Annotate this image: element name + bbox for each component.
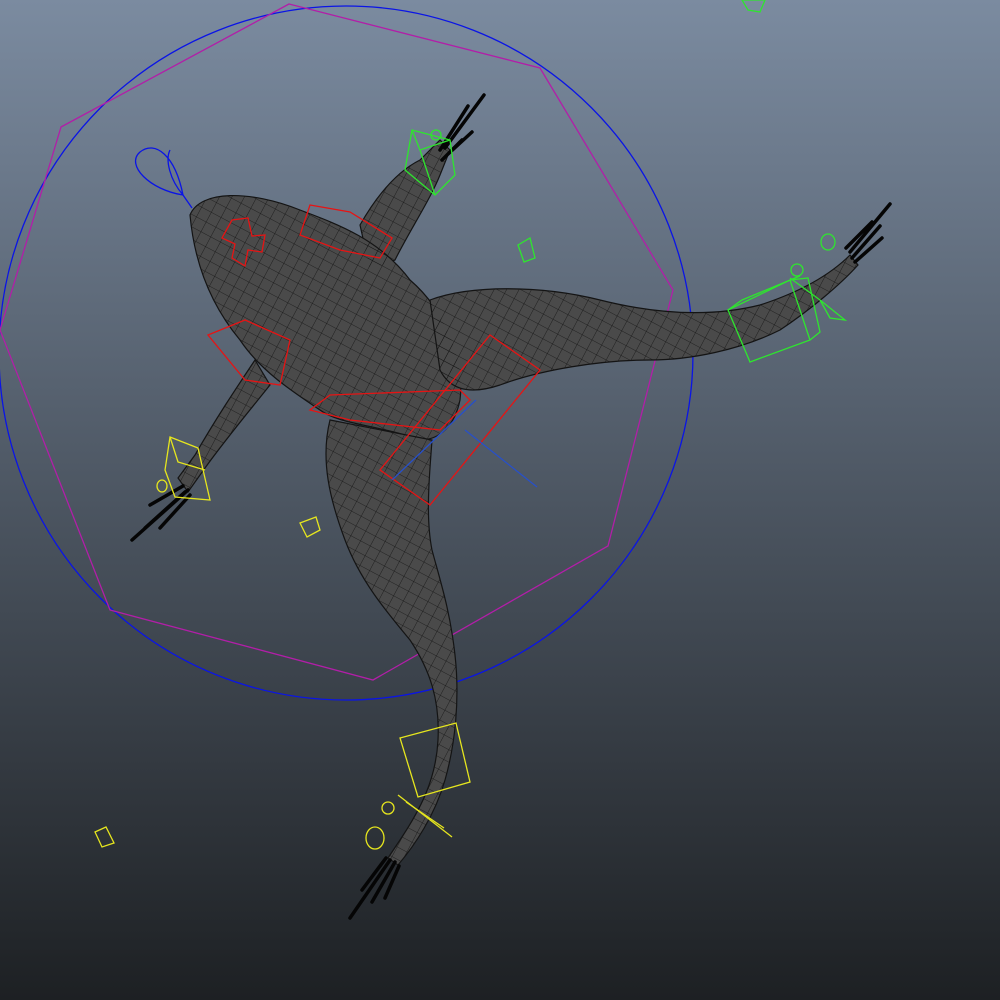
frog-rig-scene[interactable] <box>0 0 1000 1000</box>
mesh-wireframe-overlay <box>325 420 457 865</box>
frog-mesh[interactable] <box>177 139 859 866</box>
head-orient-control[interactable] <box>134 147 193 209</box>
mesh-wireframe-overlay <box>178 360 270 492</box>
maya-3d-viewport[interactable] <box>0 0 1000 1000</box>
